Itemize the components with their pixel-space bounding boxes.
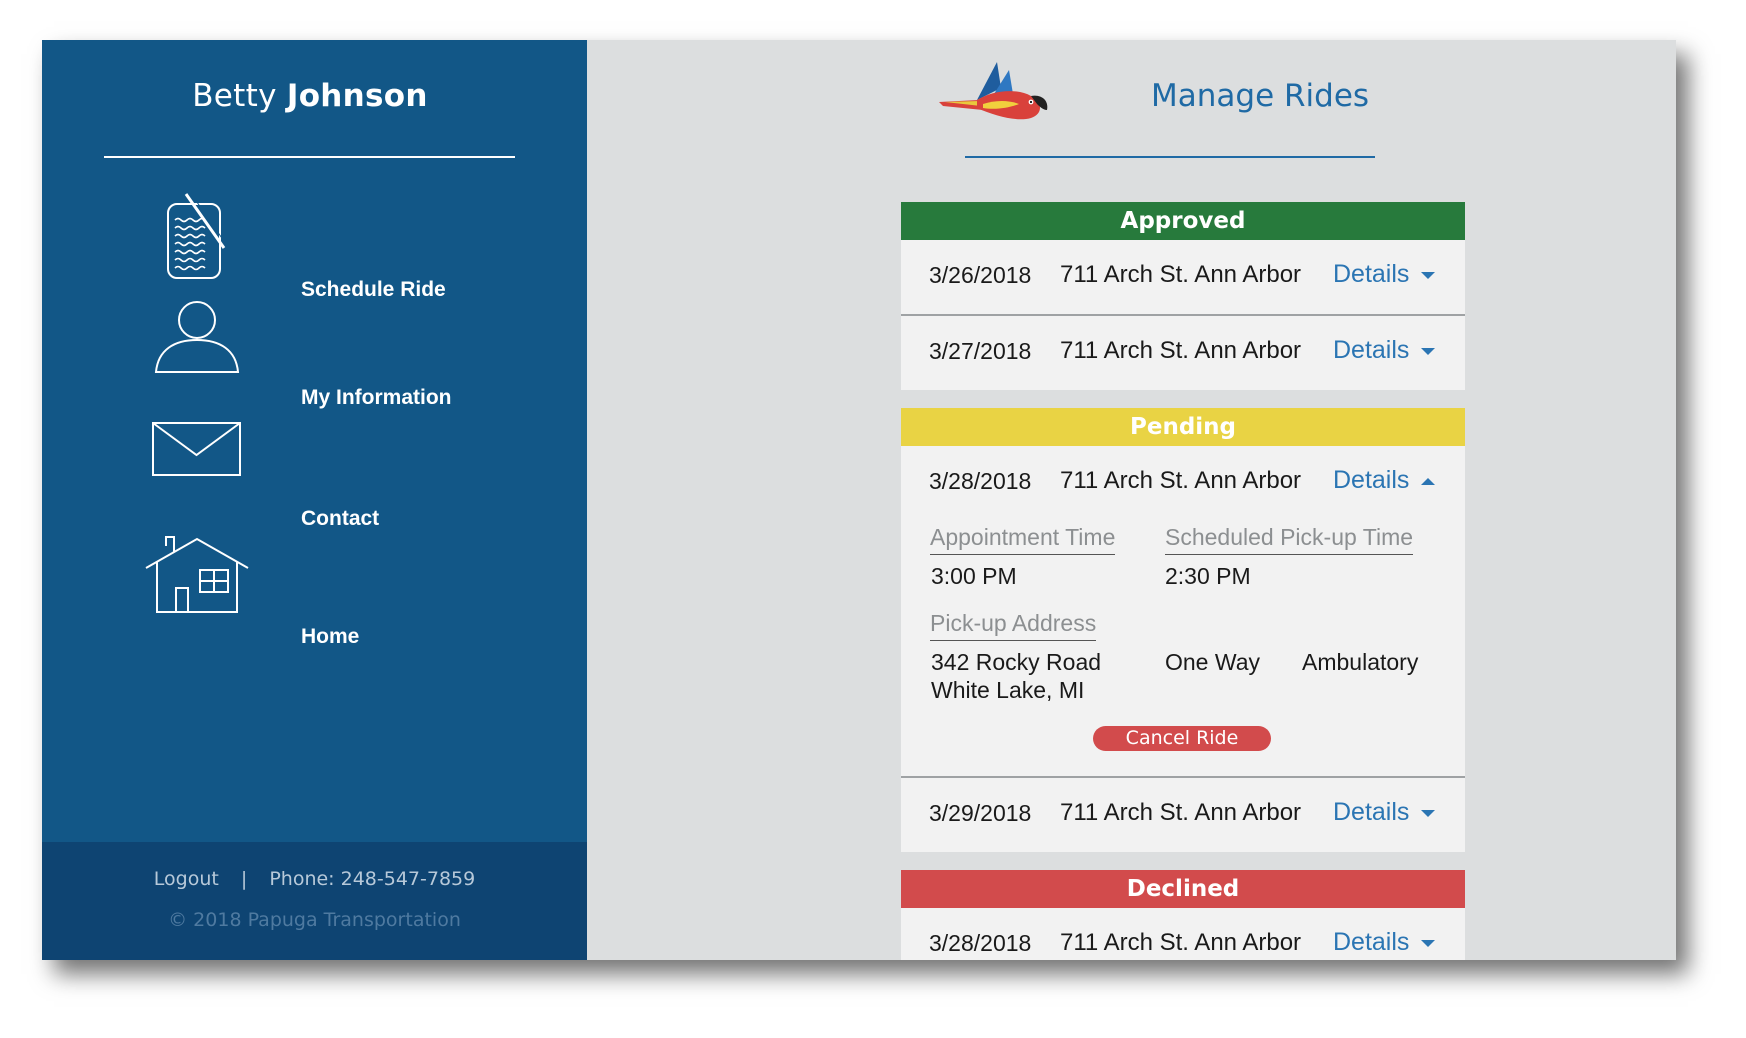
details-toggle[interactable]: Details: [1333, 260, 1436, 289]
status-header-pending: Pending: [901, 408, 1465, 446]
main-content: Manage Rides Approved 3/26/2018 711 Arch…: [587, 40, 1676, 960]
ride-date: 3/28/2018: [929, 468, 1032, 494]
nav-home-label: Home: [301, 625, 360, 648]
user-divider: [104, 156, 515, 158]
person-icon: [154, 301, 240, 373]
user-last-name: Johnson: [286, 78, 428, 114]
chevron-down-icon: [1421, 271, 1436, 279]
chevron-up-icon: [1421, 477, 1436, 485]
copyright: © 2018 Papuga Transportation: [168, 909, 461, 931]
sidebar-footer: Logout | Phone: 248-547-7859 © 2018 Papu…: [42, 842, 587, 960]
appointment-time-label: Appointment Time: [930, 524, 1116, 555]
details-toggle[interactable]: Details: [1333, 798, 1436, 827]
details-label: Details: [1333, 336, 1410, 364]
sidebar: Betty Johnson Schedule Ride My Informati…: [42, 40, 587, 960]
nav-contact[interactable]: Contact: [42, 418, 587, 530]
pickup-time-label: Scheduled Pick-up Time: [1165, 524, 1414, 555]
ride-address: 711 Arch St. Ann Arbor: [1060, 929, 1302, 956]
nav-home[interactable]: Home: [42, 536, 587, 648]
house-icon: [145, 536, 249, 613]
details-label: Details: [1333, 466, 1410, 494]
ride-row: 3/29/2018 711 Arch St. Ann Arbor Details: [901, 778, 1465, 852]
title-divider: [965, 156, 1375, 158]
details-label: Details: [1333, 798, 1410, 826]
nav-schedule-ride[interactable]: Schedule Ride: [42, 190, 587, 301]
details-toggle[interactable]: Details: [1333, 466, 1436, 495]
ride-date: 3/29/2018: [929, 800, 1032, 826]
ride-row: 3/28/2018 711 Arch St. Ann Arbor Details: [901, 908, 1465, 960]
footer-separator: |: [240, 868, 248, 890]
ride-date: 3/28/2018: [929, 930, 1032, 956]
rides-list: Approved 3/26/2018 711 Arch St. Ann Arbo…: [901, 202, 1465, 960]
pickup-address-label: Pick-up Address: [930, 610, 1097, 641]
app-window: Betty Johnson Schedule Ride My Informati…: [42, 40, 1676, 960]
ride-row: 3/27/2018 711 Arch St. Ann Arbor Details: [901, 316, 1465, 390]
clipboard-pen-icon: [167, 191, 227, 279]
ride-address: 711 Arch St. Ann Arbor: [1060, 261, 1302, 288]
chevron-down-icon: [1421, 939, 1436, 947]
logout-link[interactable]: Logout: [154, 868, 219, 890]
pickup-time-value: 2:30 PM: [1165, 563, 1251, 589]
pickup-address-line1: 342 Rocky Road: [931, 649, 1102, 675]
pickup-address-line2: White Lake, MI: [931, 677, 1085, 703]
page-title: Manage Rides: [1151, 78, 1370, 114]
chevron-down-icon: [1421, 347, 1436, 355]
details-toggle[interactable]: Details: [1333, 336, 1436, 365]
footer-links: Logout | Phone: 248-547-7859: [42, 868, 587, 890]
ride-address: 711 Arch St. Ann Arbor: [1060, 467, 1302, 494]
status-header-declined: Declined: [901, 870, 1465, 908]
cancel-ride-button[interactable]: Cancel Ride: [1093, 726, 1271, 751]
user-name: Betty Johnson: [42, 78, 578, 114]
mobility-type: Ambulatory: [1302, 649, 1419, 675]
parrot-logo-icon: [939, 62, 1048, 120]
phone-number: Phone: 248-547-7859: [269, 868, 476, 890]
ride-date: 3/26/2018: [929, 262, 1032, 288]
user-first-name: Betty: [192, 78, 277, 114]
details-label: Details: [1333, 928, 1410, 956]
ride-address: 711 Arch St. Ann Arbor: [1060, 337, 1302, 364]
ride-row: 3/26/2018 711 Arch St. Ann Arbor Details: [901, 240, 1465, 314]
trip-type: One Way: [1165, 649, 1261, 675]
nav-my-information-label: My Information: [301, 386, 452, 409]
details-label: Details: [1333, 260, 1410, 288]
ride-date: 3/27/2018: [929, 338, 1032, 364]
status-header-approved: Approved: [901, 202, 1465, 240]
envelope-icon: [152, 422, 241, 476]
nav-contact-label: Contact: [301, 507, 380, 530]
ride-row-expanded: 3/28/2018 711 Arch St. Ann Arbor Details…: [901, 446, 1465, 776]
ride-address: 711 Arch St. Ann Arbor: [1060, 799, 1302, 826]
appointment-time-value: 3:00 PM: [931, 563, 1017, 589]
chevron-down-icon: [1421, 809, 1436, 817]
nav-my-information[interactable]: My Information: [42, 298, 587, 409]
details-toggle[interactable]: Details: [1333, 928, 1436, 957]
